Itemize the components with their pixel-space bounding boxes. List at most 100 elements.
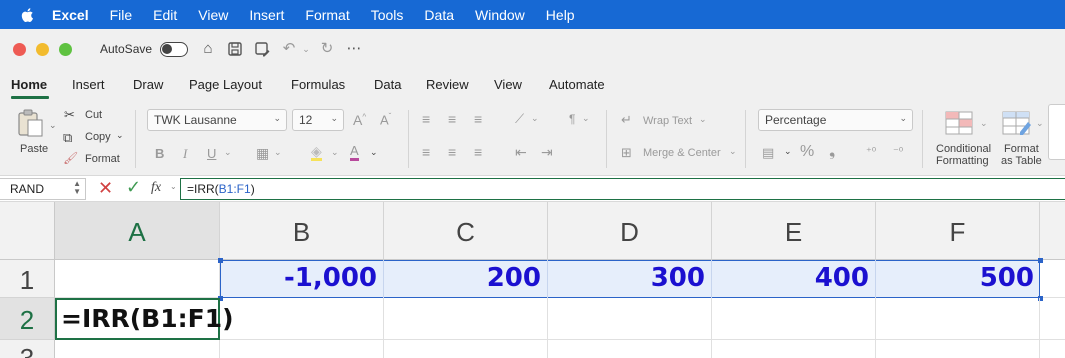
confirm-entry-icon[interactable]: ✓ xyxy=(126,177,141,198)
increase-decimal-icon[interactable]: ⁺⁰ xyxy=(866,145,876,158)
column-header-f[interactable]: F xyxy=(876,202,1040,260)
name-box[interactable]: RAND ▲ ▼ xyxy=(0,178,86,200)
close-window-button[interactable] xyxy=(13,43,26,56)
align-right-icon[interactable]: ≡ xyxy=(474,144,482,160)
underline-dropdown-chevron-icon[interactable]: ⌄ xyxy=(224,147,232,158)
menu-view[interactable]: View xyxy=(198,7,228,23)
undo-icon[interactable]: ↶ xyxy=(280,40,298,58)
column-header-d[interactable]: D xyxy=(548,202,712,260)
borders-dropdown-chevron-icon[interactable]: ⌄ xyxy=(274,147,282,158)
range-handle-top-left[interactable] xyxy=(218,258,223,263)
cell-c2[interactable] xyxy=(384,298,548,340)
text-direction-dropdown-chevron-icon[interactable]: ⌄ xyxy=(582,113,590,124)
copy-icon[interactable]: ⧉ xyxy=(63,130,72,146)
copy-dropdown-chevron-icon[interactable]: ⌄ xyxy=(116,130,124,141)
save-icon[interactable] xyxy=(226,40,244,58)
wrap-text-button[interactable]: Wrap Text xyxy=(643,115,692,127)
paste-dropdown-chevron-icon[interactable]: ⌄ xyxy=(49,120,57,131)
decrease-indent-icon[interactable]: ⇤ xyxy=(515,144,527,161)
copy-button[interactable]: Copy xyxy=(85,131,111,143)
minimize-window-button[interactable] xyxy=(36,43,49,56)
align-top-icon[interactable]: ≡ xyxy=(422,111,430,127)
format-painter-button[interactable]: Format xyxy=(85,153,120,165)
orientation-icon[interactable]: ⟋ xyxy=(515,111,524,127)
align-left-icon[interactable]: ≡ xyxy=(422,144,430,160)
name-box-stepper-icon[interactable]: ▲ ▼ xyxy=(73,180,81,196)
decrease-font-size-icon[interactable]: Aˇ xyxy=(380,112,391,127)
format-as-table-icon[interactable] xyxy=(1002,110,1034,136)
cancel-entry-icon[interactable]: ✕ xyxy=(98,178,113,199)
italic-button[interactable]: I xyxy=(183,146,187,162)
cell-b1[interactable]: -1,000 xyxy=(220,260,384,298)
merge-center-icon[interactable]: ⊞ xyxy=(621,145,632,161)
menu-insert[interactable]: Insert xyxy=(249,7,284,23)
tab-automate[interactable]: Automate xyxy=(549,77,605,92)
tab-formulas[interactable]: Formulas xyxy=(291,77,345,92)
number-format-select[interactable]: Percentage ⌄ xyxy=(758,109,913,131)
align-bottom-icon[interactable]: ≡ xyxy=(474,111,482,127)
column-header-e[interactable]: E xyxy=(712,202,876,260)
wrap-text-icon[interactable]: ↵ xyxy=(621,112,632,128)
cell-styles-gallery[interactable] xyxy=(1048,104,1065,160)
font-color-dropdown-chevron-icon[interactable]: ⌄ xyxy=(370,147,378,158)
format-as-table-label-line2[interactable]: as Table xyxy=(1001,155,1042,167)
column-header-g[interactable] xyxy=(1040,202,1065,260)
menu-format[interactable]: Format xyxy=(305,7,349,23)
tab-draw[interactable]: Draw xyxy=(133,77,163,92)
accounting-format-icon[interactable]: ▤ xyxy=(762,145,774,161)
tab-review[interactable]: Review xyxy=(426,77,469,92)
underline-button[interactable]: U xyxy=(207,146,216,161)
menu-edit[interactable]: Edit xyxy=(153,7,177,23)
wrap-text-dropdown-chevron-icon[interactable]: ⌄ xyxy=(699,114,707,125)
fill-color-icon[interactable]: ◈ xyxy=(311,144,322,161)
tab-page-layout[interactable]: Page Layout xyxy=(189,77,262,92)
align-center-icon[interactable]: ≡ xyxy=(448,144,456,160)
increase-indent-icon[interactable]: ⇥ xyxy=(541,144,553,161)
redo-icon[interactable]: ↻ xyxy=(318,40,336,58)
cell-f2[interactable] xyxy=(876,298,1040,340)
autosave-toggle[interactable] xyxy=(160,42,188,57)
cell-d1[interactable]: 300 xyxy=(548,260,712,298)
cut-button[interactable]: Cut xyxy=(85,109,102,121)
bold-button[interactable]: B xyxy=(155,146,164,161)
cell-f1[interactable]: 500 xyxy=(876,260,1040,298)
cut-icon[interactable]: ✂ xyxy=(64,107,75,123)
cell-f3[interactable] xyxy=(876,340,1040,358)
cell-c1[interactable]: 200 xyxy=(384,260,548,298)
conditional-formatting-label-line2[interactable]: Formatting xyxy=(936,155,989,167)
fill-color-dropdown-chevron-icon[interactable]: ⌄ xyxy=(331,147,339,158)
cell-a3[interactable] xyxy=(55,340,220,358)
menu-help[interactable]: Help xyxy=(546,7,575,23)
cell-d3[interactable] xyxy=(548,340,712,358)
text-direction-icon[interactable]: ¶ xyxy=(569,112,575,126)
paste-icon[interactable] xyxy=(16,108,46,138)
cell-e1[interactable]: 400 xyxy=(712,260,876,298)
cell-g1[interactable] xyxy=(1040,260,1065,298)
active-cell-a2[interactable]: =IRR(B1:F1) xyxy=(55,298,234,340)
row-header-1[interactable]: 1 xyxy=(0,260,55,298)
font-name-select[interactable]: TWK Lausanne ⌄ xyxy=(147,109,287,131)
cell-b2[interactable] xyxy=(220,298,384,340)
menu-tools[interactable]: Tools xyxy=(371,7,404,23)
cell-g2[interactable] xyxy=(1040,298,1065,340)
cell-b3[interactable] xyxy=(220,340,384,358)
more-options-icon[interactable]: ⋯ xyxy=(345,40,363,58)
formula-bar-chevron-icon[interactable]: ⌄ xyxy=(170,182,177,191)
menu-app-name[interactable]: Excel xyxy=(52,7,89,23)
menu-window[interactable]: Window xyxy=(475,7,525,23)
merge-center-dropdown-chevron-icon[interactable]: ⌄ xyxy=(729,146,737,157)
row-header-2[interactable]: 2 xyxy=(0,298,55,340)
accounting-dropdown-chevron-icon[interactable]: ⌄ xyxy=(784,146,792,157)
conditional-formatting-label-line1[interactable]: Conditional xyxy=(936,143,991,155)
tab-view[interactable]: View xyxy=(494,77,522,92)
menu-data[interactable]: Data xyxy=(424,7,454,23)
increase-font-size-icon[interactable]: A^ xyxy=(353,112,366,128)
apple-icon[interactable] xyxy=(19,6,37,24)
row-header-3[interactable]: 3 xyxy=(0,340,55,358)
conditional-formatting-icon[interactable] xyxy=(945,110,975,136)
home-icon[interactable]: ⌂ xyxy=(199,40,217,58)
cell-d2[interactable] xyxy=(548,298,712,340)
merge-center-button[interactable]: Merge & Center xyxy=(643,147,721,159)
range-handle-top-right[interactable] xyxy=(1038,258,1043,263)
menu-file[interactable]: File xyxy=(110,7,133,23)
